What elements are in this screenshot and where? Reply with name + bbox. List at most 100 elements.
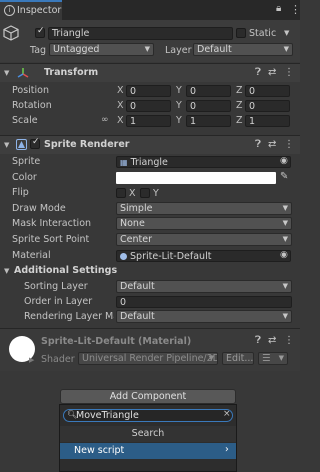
scale-y-input[interactable]: 1 bbox=[186, 115, 231, 127]
help-icon[interactable]: ❓︎ bbox=[255, 67, 261, 78]
collapse-arrow-icon[interactable]: ▼ bbox=[4, 69, 9, 77]
sprite-renderer-title: Sprite Renderer bbox=[44, 139, 130, 150]
material-row: Material Sprite-Lit-Default ◉ bbox=[0, 248, 300, 264]
mask-interaction-dropdown[interactable]: None ▼ bbox=[116, 217, 292, 230]
shader-dropdown[interactable]: Universal Render Pipeline/2D ▼ bbox=[78, 352, 218, 365]
gameobject-cube-icon bbox=[3, 25, 19, 41]
tag-dropdown[interactable]: Untagged ▼ bbox=[49, 43, 154, 56]
clear-search-icon[interactable]: × bbox=[223, 409, 231, 419]
presets-icon[interactable]: ⇄ bbox=[268, 139, 276, 150]
draw-mode-dropdown[interactable]: Simple ▼ bbox=[116, 202, 292, 215]
help-icon[interactable]: ❓︎ bbox=[255, 335, 261, 346]
order-in-layer-label: Order in Layer bbox=[24, 296, 93, 307]
x-axis-label: X bbox=[117, 115, 124, 126]
sorting-layer-dropdown[interactable]: Default ▼ bbox=[116, 280, 292, 293]
new-script-label: New script bbox=[74, 445, 125, 456]
flip-row: Flip X Y bbox=[0, 185, 300, 201]
sprite-row: Sprite ▦ Triangle ◉ bbox=[0, 154, 300, 170]
constrain-proportions-icon[interactable]: ∞ bbox=[101, 115, 109, 125]
presets-icon[interactable]: ⇄ bbox=[268, 335, 276, 346]
static-dropdown-arrow[interactable]: ▼ bbox=[284, 29, 289, 37]
sorting-layer-label: Sorting Layer bbox=[24, 281, 88, 292]
x-axis-label: X bbox=[117, 85, 124, 96]
material-label: Material bbox=[12, 250, 51, 261]
z-axis-label: Z bbox=[236, 115, 243, 126]
object-header: Triangle Static ▼ Tag Untagged▼ Layer De… bbox=[0, 20, 300, 62]
sorting-layer-row: Sorting Layer Default ▼ bbox=[0, 279, 300, 295]
sort-point-dropdown[interactable]: Center ▼ bbox=[116, 233, 292, 246]
active-checkbox[interactable] bbox=[35, 26, 45, 38]
layer-dropdown[interactable]: Default ▼ bbox=[193, 43, 293, 56]
shader-list-button[interactable]: ☰ ▼ bbox=[258, 352, 288, 365]
order-in-layer-row: Order in Layer 0 bbox=[0, 294, 300, 310]
sprite-renderer-header[interactable]: ▼ Sprite Renderer ❓︎ ⇄ ⋮ bbox=[0, 135, 300, 154]
mask-interaction-row: Mask Interaction None ▼ bbox=[0, 216, 300, 232]
object-picker-icon[interactable]: ◉ bbox=[280, 156, 288, 166]
flip-x-checkbox[interactable] bbox=[116, 188, 126, 198]
rotation-y-input[interactable]: 0 bbox=[186, 100, 231, 112]
rotation-label: Rotation bbox=[12, 100, 52, 111]
new-script-item[interactable]: New script › bbox=[60, 443, 236, 459]
scale-x-input[interactable]: 1 bbox=[126, 115, 171, 127]
y-axis-label: Y bbox=[176, 115, 182, 126]
additional-settings-foldout[interactable]: ▼ Additional Settings bbox=[0, 263, 300, 279]
material-object-field[interactable]: Sprite-Lit-Default bbox=[116, 250, 291, 262]
position-label: Position bbox=[12, 85, 49, 96]
flip-x-label: X bbox=[129, 188, 136, 199]
component-menu-icon[interactable]: ⋮ bbox=[284, 335, 294, 346]
y-axis-label: Y bbox=[176, 85, 182, 96]
order-in-layer-input[interactable]: 0 bbox=[116, 296, 292, 308]
add-component-button[interactable]: Add Component bbox=[60, 389, 236, 404]
tab-title: Inspector bbox=[17, 5, 62, 16]
list-icon: ☰ bbox=[262, 353, 271, 364]
transform-header[interactable]: ▼ Transform ❓︎ ⇄ ⋮ bbox=[0, 63, 300, 82]
collapse-arrow-icon[interactable]: ▶ bbox=[29, 356, 34, 364]
scale-z-input[interactable]: 1 bbox=[245, 115, 290, 127]
position-z-input[interactable]: 0 bbox=[245, 85, 290, 97]
position-y-input[interactable]: 0 bbox=[186, 85, 231, 97]
component-search-field[interactable]: 🔍︎ MoveTriangle × bbox=[63, 409, 233, 422]
inspector-tab-bar: i Inspector 🔒︎ ⋮ bbox=[0, 0, 301, 20]
z-axis-label: Z bbox=[236, 85, 243, 96]
collapse-arrow-icon[interactable]: ▼ bbox=[4, 141, 9, 149]
eyedropper-icon[interactable]: ✎ bbox=[280, 171, 288, 182]
material-section: Sprite-Lit-Default (Material) ❓︎ ⇄ ⋮ ▶ S… bbox=[0, 328, 300, 371]
material-title: Sprite-Lit-Default (Material) bbox=[41, 336, 192, 347]
kebab-menu-icon[interactable]: ⋮ bbox=[290, 3, 301, 16]
position-x-input[interactable]: 0 bbox=[126, 85, 171, 97]
rotation-x-input[interactable]: 0 bbox=[126, 100, 171, 112]
color-label: Color bbox=[12, 172, 37, 183]
component-menu-icon[interactable]: ⋮ bbox=[284, 139, 294, 150]
sprite-renderer-icon bbox=[16, 139, 27, 150]
foldout-arrow-icon[interactable]: ▼ bbox=[4, 267, 9, 275]
add-component-popup: 🔍︎ MoveTriangle × Search New script › bbox=[59, 404, 237, 472]
material-value: Sprite-Lit-Default bbox=[130, 251, 212, 262]
presets-icon[interactable]: ⇄ bbox=[268, 67, 276, 78]
component-menu-icon[interactable]: ⋮ bbox=[284, 67, 294, 78]
lock-icon[interactable]: 🔒︎ bbox=[276, 3, 281, 14]
color-swatch[interactable] bbox=[116, 172, 276, 184]
static-label: Static bbox=[249, 28, 277, 39]
draw-mode-label: Draw Mode bbox=[12, 203, 66, 214]
rendering-layer-dropdown[interactable]: Default ▼ bbox=[116, 310, 292, 323]
edit-shader-button[interactable]: Edit... bbox=[222, 352, 254, 365]
sprite-object-field[interactable]: ▦ Triangle bbox=[116, 156, 291, 168]
object-picker-icon[interactable]: ◉ bbox=[280, 250, 288, 260]
inspector-tab[interactable]: i Inspector bbox=[0, 0, 62, 20]
mask-interaction-label: Mask Interaction bbox=[12, 218, 92, 229]
scale-row: Scale ∞ X 1 Y 1 Z 1 bbox=[0, 113, 300, 129]
flip-label: Flip bbox=[12, 187, 29, 198]
sprite-label: Sprite bbox=[12, 156, 41, 167]
object-name-input[interactable]: Triangle bbox=[48, 27, 233, 40]
sprite-renderer-enabled-checkbox[interactable] bbox=[30, 137, 40, 149]
rendering-layer-label: Rendering Layer Mas bbox=[24, 311, 114, 322]
z-axis-label: Z bbox=[236, 100, 243, 111]
transform-title: Transform bbox=[44, 67, 99, 78]
help-icon[interactable]: ❓︎ bbox=[255, 139, 261, 150]
flip-y-checkbox[interactable] bbox=[140, 188, 150, 198]
sprite-asset-icon: ▦ bbox=[120, 158, 128, 167]
rendering-layer-row: Rendering Layer Mas Default▼ bbox=[0, 309, 300, 325]
static-checkbox[interactable] bbox=[236, 28, 246, 38]
rotation-z-input[interactable]: 0 bbox=[245, 100, 290, 112]
shader-label: Shader bbox=[41, 354, 75, 365]
